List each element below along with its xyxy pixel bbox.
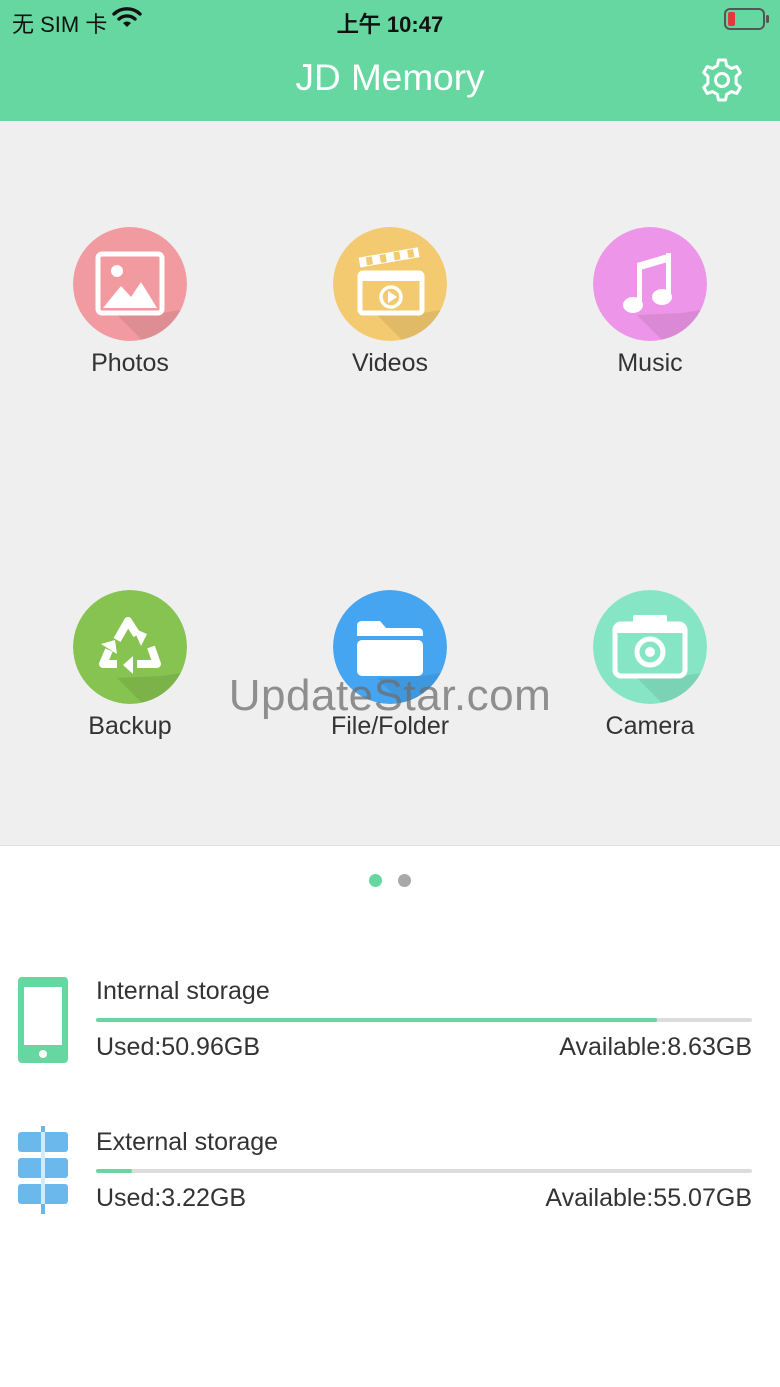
status-time: 上午 10:47 xyxy=(336,12,444,37)
tile-label: Photos xyxy=(91,349,169,377)
server-icon xyxy=(16,1126,70,1219)
clapperboard-icon xyxy=(333,227,447,341)
internal-storage-row[interactable]: Internal storage Used:50.96GB Available:… xyxy=(0,977,780,1087)
tile-label: Videos xyxy=(352,349,428,377)
storage-progress-fill xyxy=(96,1169,133,1173)
battery-low-icon xyxy=(724,8,770,38)
tile-photos[interactable]: Photos xyxy=(30,227,230,407)
app-header: 无 SIM 卡 上午 10:47 JD Memory xyxy=(0,0,780,121)
music-note-icon xyxy=(593,227,707,341)
storage-progress-track xyxy=(96,1169,752,1173)
folder-icon-circle xyxy=(333,590,447,704)
recycle-icon-circle xyxy=(73,590,187,704)
storage-used: Used:50.96GB xyxy=(96,1033,260,1061)
external-storage-row[interactable]: External storage Used:3.22GB Available:5… xyxy=(0,1126,780,1238)
tile-videos[interactable]: Videos xyxy=(290,227,490,407)
camera-icon-circle xyxy=(593,590,707,704)
phone-icon xyxy=(16,977,70,1070)
tile-backup[interactable]: Backup xyxy=(30,590,230,770)
page-dot-1[interactable] xyxy=(369,874,382,887)
page-dot-2[interactable] xyxy=(398,874,411,887)
camera-icon xyxy=(593,590,707,704)
recycle-icon xyxy=(73,590,187,704)
tile-file-folder[interactable]: File/Folder xyxy=(290,590,490,770)
photo-icon xyxy=(73,227,187,341)
folder-icon xyxy=(333,590,447,704)
storage-available: Available:55.07GB xyxy=(545,1184,752,1212)
storage-progress-track xyxy=(96,1018,752,1022)
tile-label: Music xyxy=(617,349,683,377)
page-indicator xyxy=(0,874,780,892)
gear-icon xyxy=(702,58,742,102)
tile-label: Backup xyxy=(88,712,172,740)
storage-available: Available:8.63GB xyxy=(559,1033,752,1061)
storage-progress-fill xyxy=(96,1018,657,1022)
tile-label: Camera xyxy=(605,712,695,740)
music-note-icon-circle xyxy=(593,227,707,341)
tile-camera[interactable]: Camera xyxy=(550,590,750,770)
tile-music[interactable]: Music xyxy=(550,227,750,407)
storage-used: Used:3.22GB xyxy=(96,1184,247,1212)
settings-button[interactable] xyxy=(698,56,746,104)
app-title: JD Memory xyxy=(295,57,485,98)
storage-title: External storage xyxy=(96,1128,279,1156)
photo-icon-circle xyxy=(73,227,187,341)
status-bar: 无 SIM 卡 上午 10:47 xyxy=(0,0,780,40)
category-grid: Photos Videos Music Backup File/Folder C… xyxy=(0,121,780,846)
storage-title: Internal storage xyxy=(96,977,270,1005)
tile-label: File/Folder xyxy=(330,712,450,740)
clapperboard-icon-circle xyxy=(333,227,447,341)
